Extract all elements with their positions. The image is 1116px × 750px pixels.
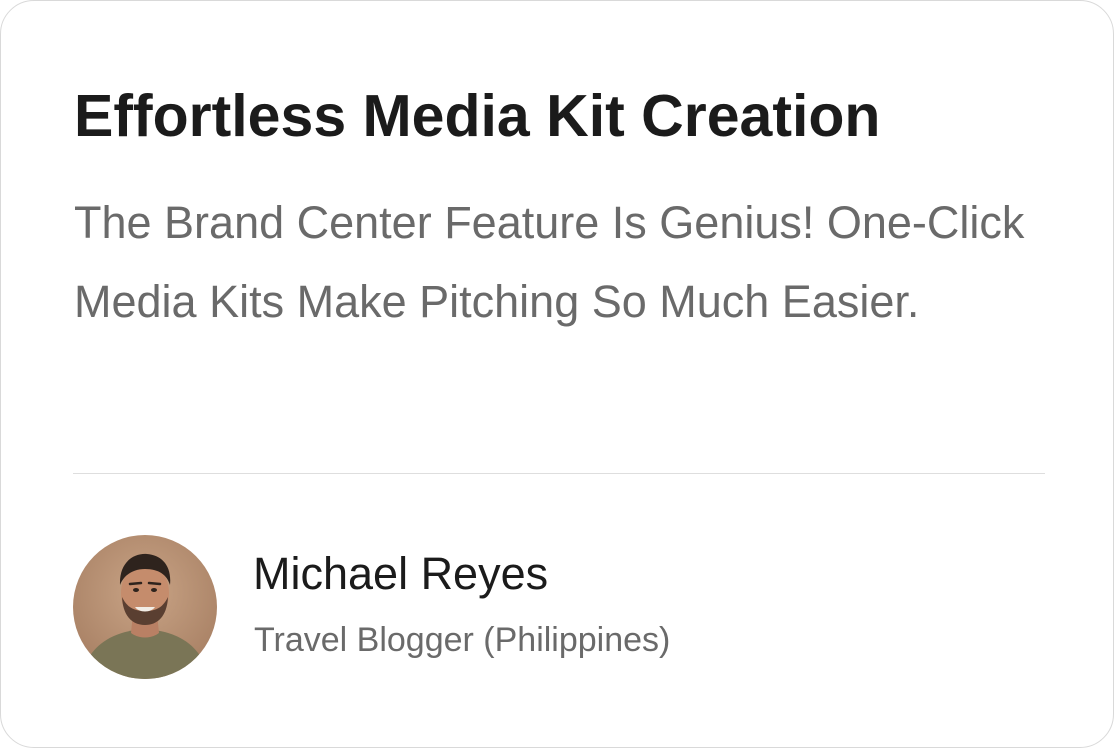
- testimonial-quote: The Brand Center Feature Is Genius! One-…: [74, 197, 1025, 327]
- avatar: [73, 535, 217, 679]
- divider: [73, 473, 1045, 474]
- avatar-photo-icon: [73, 535, 217, 679]
- testimonial-title: Effortless Media Kit Creation: [74, 83, 881, 149]
- testimonial-card: Effortless Media Kit Creation The Brand …: [0, 0, 1114, 748]
- author-role: Travel Blogger (Philippines): [254, 621, 671, 659]
- author-name: Michael Reyes: [253, 548, 549, 599]
